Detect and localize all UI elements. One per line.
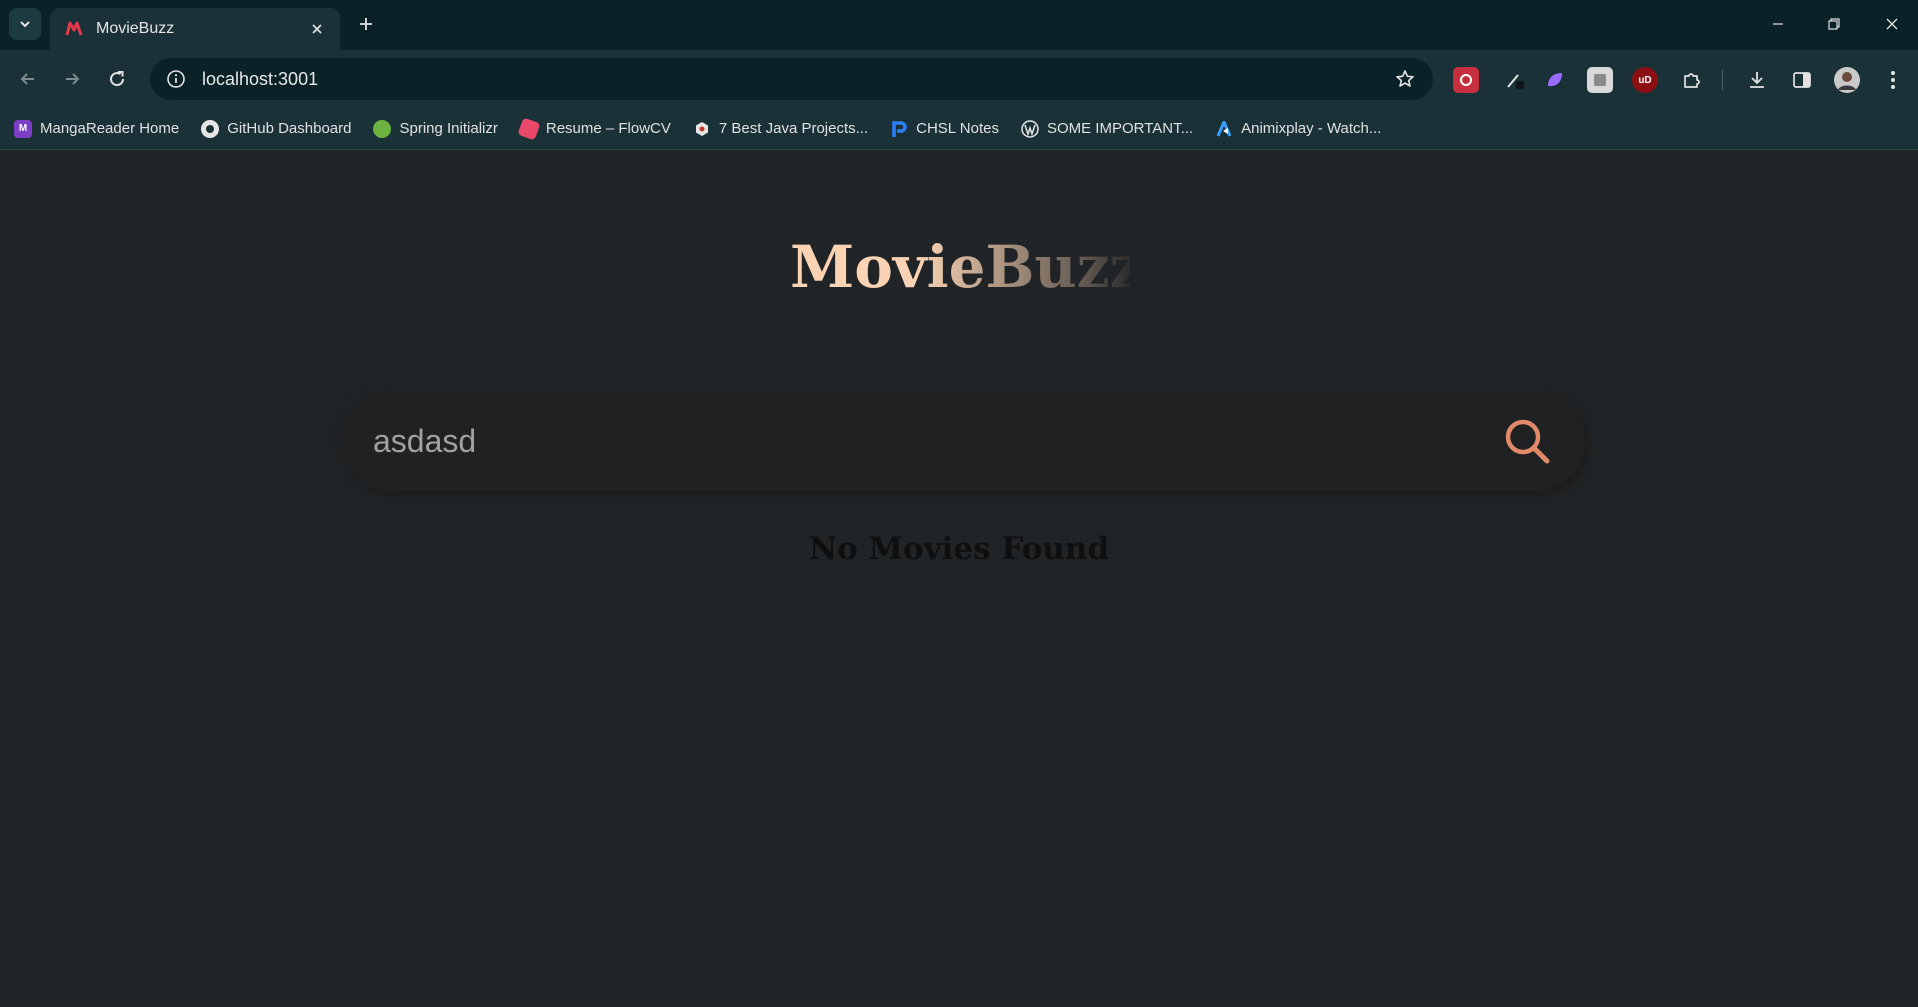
touch-extension-icon[interactable] [1587,67,1613,93]
reload-button[interactable] [101,63,133,95]
close-icon [1886,18,1898,30]
restore-icon [1828,18,1840,30]
extensions-puzzle-icon[interactable] [1677,65,1707,95]
tab-title: MovieBuzz [96,20,175,37]
bookmark-item[interactable]: SOME IMPORTANT... [1021,119,1194,138]
search-icon [1505,419,1550,464]
bookmark-label: 7 Best Java Projects... [718,120,869,137]
bookmark-star-icon[interactable] [1391,65,1419,93]
reload-icon [110,71,125,87]
animixplay-icon [1215,120,1233,138]
bookmark-label: Animixplay - Watch... [1241,120,1382,137]
pcloud-icon [890,120,908,138]
restore-button[interactable] [1814,8,1854,40]
mangareader-icon: M [14,119,32,138]
bookmark-item[interactable]: Resume – FlowCV [517,116,671,141]
bookmark-label: GitHub Dashboard [227,120,352,137]
wordpress-icon [1021,119,1039,138]
browser-titlebar: MovieBuzz [0,0,1918,50]
menu-kebab-icon[interactable] [1878,65,1908,95]
new-tab-button[interactable] [352,10,380,38]
flowcv-icon [517,116,541,141]
bookmark-item[interactable]: 7 Best Java Projects... [693,120,868,138]
bookmark-item[interactable]: Spring Initializr [373,119,498,138]
search-button[interactable] [1499,413,1555,469]
chevron-down-icon [20,21,30,28]
close-tab-icon[interactable] [306,18,328,40]
tab-search-button[interactable] [9,8,41,40]
download-icon[interactable] [1742,65,1772,95]
bookmark-label: MangaReader Home [40,120,180,137]
back-button[interactable] [12,63,44,95]
bookmark-item[interactable]: GitHub Dashboard [201,119,352,138]
hexagon-icon [693,120,711,138]
arrow-right-icon [66,73,80,85]
spring-icon [373,119,392,138]
profile-avatar[interactable] [1832,65,1862,95]
browser-toolbar: localhost:3001 uD [0,50,1918,108]
bookmark-label: SOME IMPORTANT... [1046,120,1194,137]
forward-button[interactable] [56,63,88,95]
bookmark-item[interactable]: CHSL Notes [890,120,999,138]
toolbar-separator [1722,70,1723,90]
plus-icon [360,18,372,30]
bookmark-item[interactable]: Animixplay - Watch... [1215,120,1381,138]
search-input[interactable] [373,422,1499,460]
bookmark-label: Resume – FlowCV [545,120,671,137]
bookmark-label: CHSL Notes [916,120,999,137]
bookmarks-bar: M MangaReader Home GitHub Dashboard Spri… [0,108,1918,150]
address-bar[interactable]: localhost:3001 [150,58,1433,100]
search-bar [340,391,1585,491]
extension-1-icon[interactable] [1453,67,1479,93]
moviebuzz-favicon [64,19,84,39]
side-panel-icon[interactable] [1787,65,1817,95]
app-logo: MovieBuzz [790,233,1143,301]
minimize-icon [1773,23,1783,25]
moviebuzz-app: MovieBuzz No Movies Found [0,151,1918,1007]
logo-container: MovieBuzz [790,233,1143,313]
bookmark-label: Spring Initializr [399,120,498,137]
purple-extension-icon[interactable] [1542,67,1568,93]
pen-extension-icon[interactable] [1502,67,1528,93]
github-icon [201,119,220,138]
ublock-icon[interactable]: uD [1632,67,1658,93]
browser-tab[interactable]: MovieBuzz [50,8,340,50]
arrow-left-icon [20,73,34,85]
url-text: localhost:3001 [202,68,319,89]
close-window-button[interactable] [1872,8,1912,40]
minimize-button[interactable] [1758,8,1798,40]
empty-state-message: No Movies Found [808,531,1110,567]
bookmark-item[interactable]: M MangaReader Home [14,119,180,138]
site-info-icon[interactable] [164,67,188,91]
